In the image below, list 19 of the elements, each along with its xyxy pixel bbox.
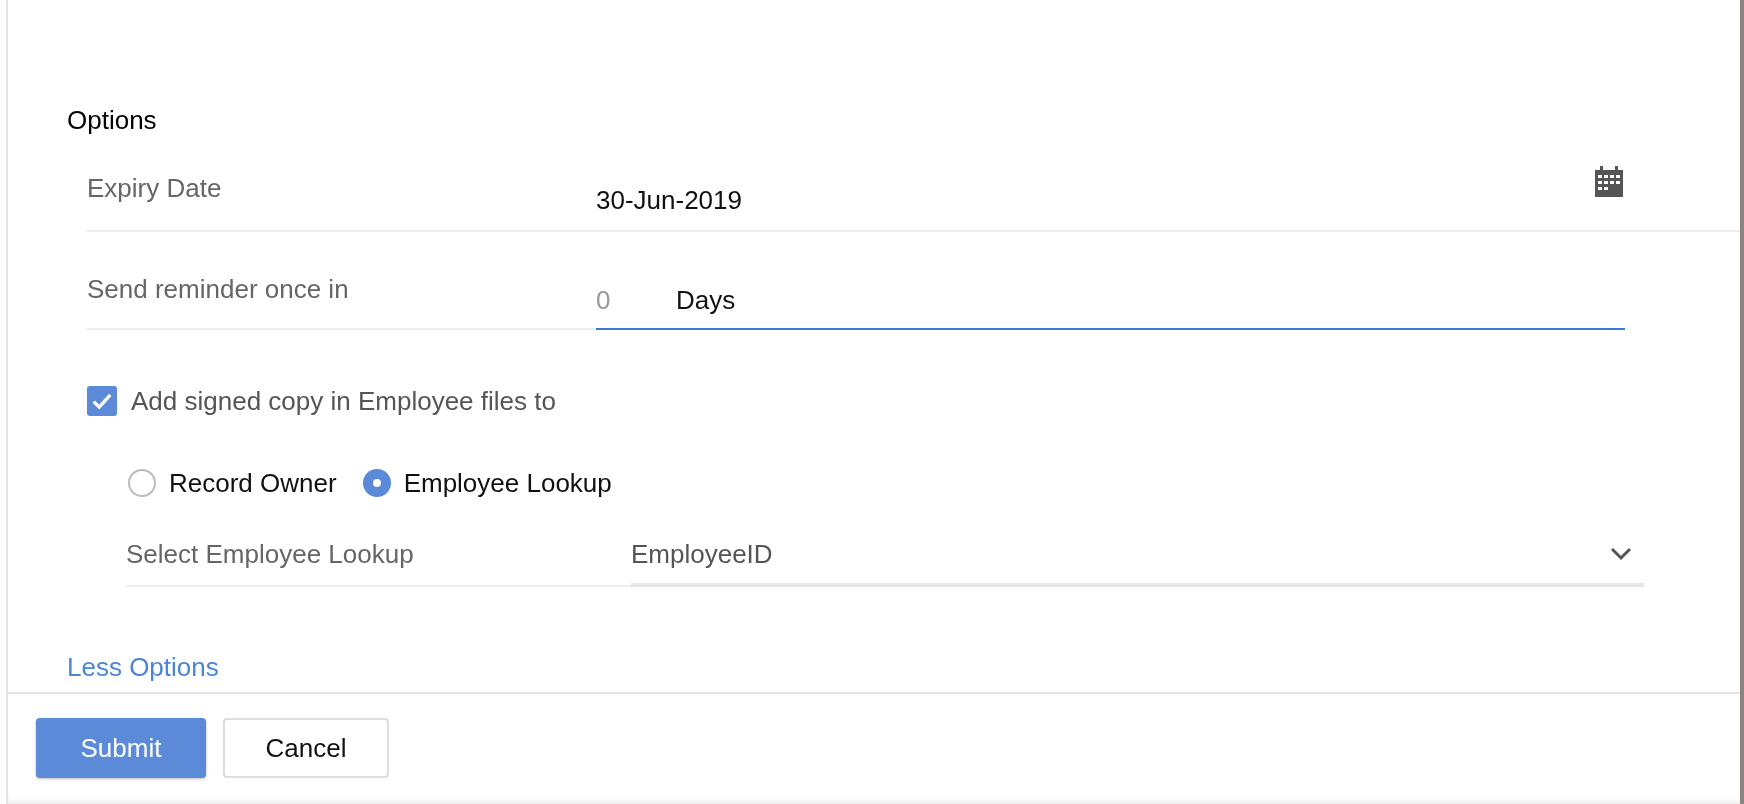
field-label: Expiry Date [87, 173, 222, 203]
less-options-link[interactable]: Less Options [67, 652, 219, 682]
field-label: Select Employee Lookup [126, 539, 414, 569]
checkbox[interactable] [87, 386, 117, 416]
cancel-button[interactable]: Cancel [223, 718, 389, 778]
radio-label: Employee Lookup [403, 468, 612, 498]
unit-label: Days [676, 285, 736, 315]
calendar-icon[interactable] [1593, 165, 1625, 197]
dropdown-value: EmployeeID [631, 539, 773, 569]
number-input-field[interactable]: 0 Days [596, 232, 1625, 330]
radio-label: Record Owner [169, 468, 337, 498]
radio-button[interactable] [362, 469, 391, 497]
radio-button[interactable] [128, 469, 156, 497]
field-label: Send reminder once in [87, 274, 349, 304]
section-title: Options [67, 105, 157, 135]
dropdown-field[interactable]: EmployeeID [631, 510, 1644, 587]
checkbox-label: Add signed copy in Employee files to [131, 386, 556, 416]
date-value: 30-Jun-2019 [596, 185, 742, 215]
chevron-down-icon [1610, 547, 1632, 561]
